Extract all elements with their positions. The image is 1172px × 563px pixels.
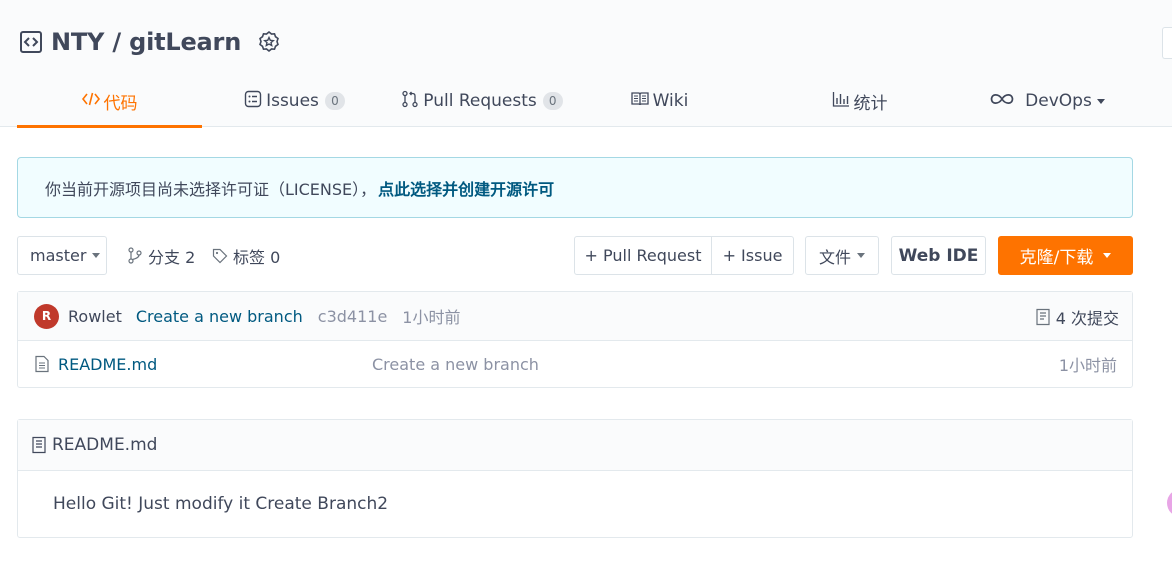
avatar[interactable] [1167, 489, 1172, 517]
chevron-down-icon [1096, 98, 1105, 104]
chevron-down-icon [92, 253, 101, 258]
readme-file-icon [31, 436, 52, 454]
tag-icon [212, 248, 228, 264]
commit-time: 1小时前 [402, 308, 461, 327]
new-issue-button[interactable]: + Issue [712, 237, 793, 274]
tab-code-label: 代码 [103, 93, 138, 114]
pull-request-icon [401, 90, 423, 113]
repo-code-icon [18, 29, 44, 55]
issues-icon [244, 90, 266, 113]
commits-count-label: 4 次提交 [1055, 308, 1119, 328]
commit-sha[interactable]: c3d411e [318, 307, 388, 326]
tab-pull-requests-label: Pull Requests [423, 91, 537, 111]
tags-label: 标签 0 [233, 247, 281, 267]
clone-download-button[interactable]: 克隆/下载 [998, 236, 1133, 275]
book-icon [630, 91, 653, 112]
tab-issues[interactable]: Issues 0 [202, 75, 387, 127]
commit-message-link[interactable]: Create a new branch [136, 307, 303, 326]
pull-requests-count-badge: 0 [542, 92, 563, 110]
tab-devops[interactable]: DevOps [977, 75, 1117, 127]
branch-icon [127, 247, 143, 264]
branches-label: 分支 2 [148, 247, 196, 267]
file-name-link[interactable]: README.md [58, 355, 157, 374]
branch-select[interactable]: master [17, 236, 107, 275]
file-icon [34, 355, 50, 373]
new-pull-request-button[interactable]: + Pull Request [575, 237, 712, 274]
chevron-down-icon [1103, 253, 1112, 258]
license-notice-text: 你当前开源项目尚未选择许可证（LICENSE）， [45, 179, 377, 199]
commits-icon [1035, 308, 1056, 326]
tab-stats[interactable]: 统计 [742, 75, 977, 127]
bar-chart-icon [832, 91, 854, 112]
branch-select-label: master [30, 246, 87, 265]
file-list: R Rowlet Create a new branch c3d411e 1小时… [17, 291, 1133, 388]
readme-header: README.md [18, 420, 1132, 471]
tab-wiki-label: Wiki [652, 91, 689, 111]
tab-pull-requests[interactable]: Pull Requests 0 [387, 75, 577, 127]
tab-wiki[interactable]: Wiki [577, 75, 742, 127]
chevron-down-icon [857, 253, 865, 258]
infinity-icon [989, 91, 1019, 111]
tab-code[interactable]: 代码 [17, 75, 202, 128]
issues-count-badge: 0 [324, 92, 345, 110]
clone-download-label: 克隆/下载 [1019, 248, 1094, 268]
latest-commit-row: R Rowlet Create a new branch c3d411e 1小时… [18, 292, 1132, 341]
avatar[interactable]: R [34, 303, 59, 329]
commits-count-link[interactable]: 4 次提交 [1035, 292, 1119, 341]
watch-button-partial[interactable] [1162, 27, 1172, 59]
tab-issues-label: Issues [266, 91, 319, 111]
tab-stats-label: 统计 [853, 93, 888, 114]
create-button-group: + Pull Request + Issue [574, 236, 794, 275]
file-commit-time: 1小时前 [1058, 356, 1117, 375]
tags-link[interactable]: 标签 0 [212, 236, 280, 275]
repo-tabs: 代码 Issues 0 Pull Requests 0 Wiki 统计 DevO… [17, 75, 1117, 128]
repo-title-bar: NTY / gitLearn [18, 24, 283, 60]
repo-header: NTY / gitLearn 代码 Issues 0 Pull Requests… [0, 0, 1172, 128]
branches-link[interactable]: 分支 2 [127, 236, 195, 275]
create-license-link[interactable]: 点此选择并创建开源许可 [378, 176, 554, 200]
readme-panel: README.md Hello Git! Just modify it Crea… [17, 419, 1133, 538]
file-row[interactable]: README.md Create a new branch 1小时前 [18, 341, 1132, 387]
readme-title: README.md [52, 435, 158, 455]
repo-toolbar: master 分支 2 标签 0 + Pull Request + Issue … [17, 236, 1133, 276]
commit-author[interactable]: Rowlet [68, 307, 122, 326]
files-dropdown-button[interactable]: 文件 [805, 236, 879, 275]
repo-name-link[interactable]: NTY / gitLearn [51, 28, 241, 56]
license-notice: 你当前开源项目尚未选择许可证（LICENSE）， 点此选择并创建开源许可 [17, 157, 1133, 218]
code-icon [81, 91, 104, 112]
web-ide-button[interactable]: Web IDE [891, 236, 986, 275]
files-dropdown-label: 文件 [818, 247, 851, 267]
readme-content: Hello Git! Just modify it Create Branch2 [53, 494, 389, 514]
file-commit-message[interactable]: Create a new branch [372, 355, 539, 374]
tab-devops-label: DevOps [1025, 91, 1092, 111]
recommend-badge-icon[interactable] [257, 29, 283, 55]
